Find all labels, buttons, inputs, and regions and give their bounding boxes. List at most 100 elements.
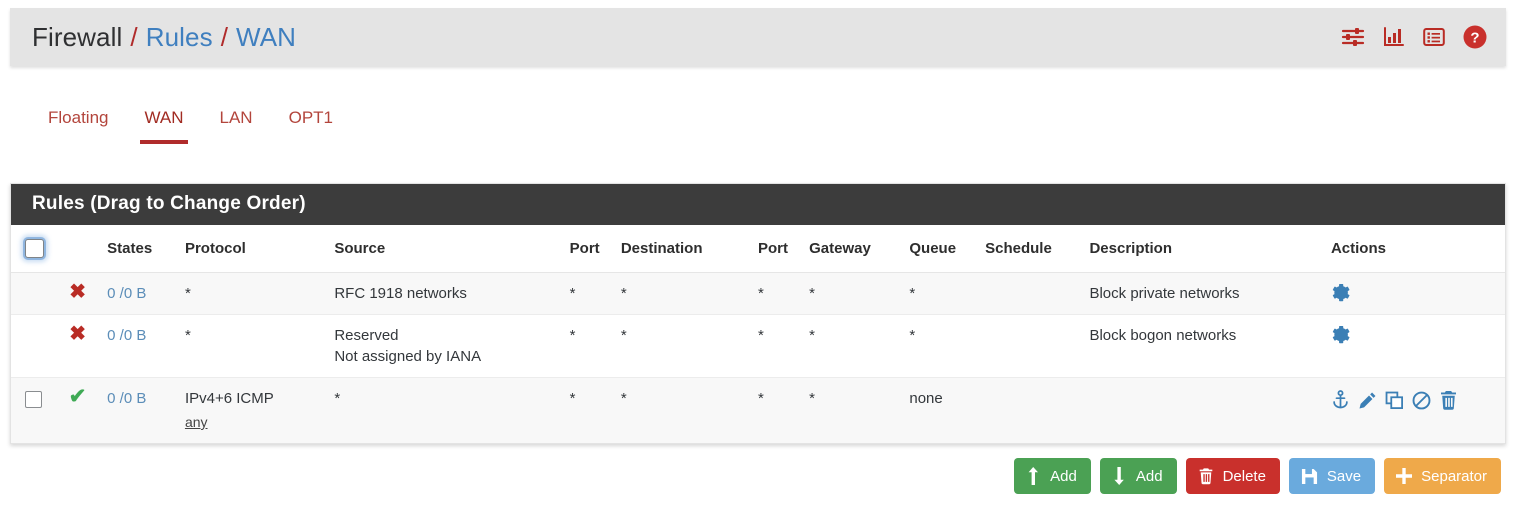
breadcrumb-page[interactable]: WAN [236,22,296,53]
header-description: Description [1089,225,1331,273]
row-actions-cell [1330,272,1505,315]
gateway-cell: * [809,377,910,443]
tab-opt1[interactable]: OPT1 [271,96,351,144]
header-schedule: Schedule [985,225,1090,273]
breadcrumb-section[interactable]: Rules [146,22,213,53]
destination-cell: * [620,314,758,378]
add-rule-top-label: Add [1050,467,1077,485]
schedule-cell [985,314,1090,378]
trash-icon [1198,467,1214,485]
queue-cell: none [909,377,986,443]
save-button[interactable]: Save [1288,458,1376,494]
table-header-row: States Protocol Source Port Destination … [11,225,1505,273]
states-value[interactable]: 0 /0 B [107,327,146,344]
port-cell: * [569,272,621,315]
edit-pencil-icon[interactable] [1358,391,1377,410]
add-rule-bottom-label: Add [1135,467,1163,485]
description-cell [1089,377,1331,443]
protocol-cell: * [184,314,335,378]
states-value[interactable]: 0 /0 B [107,390,146,407]
port-destination-cell: * [757,377,810,443]
gateway-cell: * [809,314,910,378]
help-icon[interactable]: ? [1462,24,1488,50]
port-destination-cell: * [757,272,810,315]
protocol-cell: * [184,272,335,315]
chart-icon[interactable] [1382,25,1406,49]
header-action [53,225,108,273]
row-checkbox[interactable] [25,391,42,408]
queue-cell: * [909,314,986,378]
header-actions: Actions [1330,225,1505,273]
destination-cell: * [620,272,758,315]
protocol-cell: IPv4+6 ICMP any [184,377,335,443]
row-actions-cell [1330,377,1505,443]
svg-text:?: ? [1470,30,1479,47]
separator-label: Separator [1421,467,1487,485]
source-cell: Reserved Not assigned by IANA [334,314,570,378]
header-port: Port [569,225,621,273]
tab-wan[interactable]: WAN [126,96,201,144]
block-x-icon: ✖ [69,323,86,345]
description-cell: Block bogon networks [1089,314,1331,378]
protocol-primary: IPv4+6 ICMP [184,390,274,407]
header-select-all [11,225,54,273]
separator-button[interactable]: Separator [1384,458,1501,494]
row-action-status: ✖ [53,314,108,378]
copy-icon[interactable] [1385,391,1404,410]
block-x-icon: ✖ [69,281,86,303]
tab-lan[interactable]: LAN [202,96,271,144]
plus-icon [1396,468,1413,484]
table-row[interactable]: ✖ 0 /0 B * Reserved Not assigned by IANA… [11,314,1505,378]
port-cell: * [569,377,621,443]
row-actions-cell [1330,314,1505,378]
save-label: Save [1326,467,1362,485]
tab-floating[interactable]: Floating [30,96,126,144]
add-rule-bottom-button[interactable]: Add [1099,458,1177,494]
row-select-cell [11,314,54,378]
header-queue: Queue [909,225,986,273]
arrow-down-icon [1112,467,1127,485]
table-row[interactable]: ✖ 0 /0 B * RFC 1918 networks * * * * * B… [11,272,1505,315]
breadcrumb-separator-2: / [220,21,229,52]
select-all-checkbox[interactable] [25,239,44,258]
destination-cell: * [620,377,758,443]
breadcrumb-root: Firewall [32,21,123,52]
action-button-bar: Add Add Delete Save Separator [1014,458,1501,494]
states-value[interactable]: 0 /0 B [107,285,146,302]
header-destination: Destination [620,225,758,273]
delete-label: Delete [1222,467,1266,485]
firewall-rules-page: Firewall / Rules / WAN ? Floating WAN LA… [0,0,1515,512]
schedule-cell [985,377,1090,443]
add-rule-top-button[interactable]: Add [1014,458,1091,494]
schedule-cell [985,272,1090,315]
source-secondary: Not assigned by IANA [334,348,482,365]
queue-cell: * [909,272,986,315]
rules-panel: Rules (Drag to Change Order) States Prot… [10,183,1506,444]
breadcrumb-separator-1: / [130,21,138,52]
gateway-cell: * [809,272,910,315]
anchor-icon[interactable] [1331,390,1350,410]
table-row[interactable]: ✔ 0 /0 B IPv4+6 ICMP any * * * * * none [11,377,1505,443]
disable-ban-icon[interactable] [1412,391,1431,410]
gear-icon[interactable] [1331,325,1499,346]
rules-table: States Protocol Source Port Destination … [11,225,1505,443]
pass-check-icon: ✔ [68,385,87,408]
row-action-status: ✖ [53,272,108,315]
protocol-icmp-type[interactable]: any [185,412,328,433]
arrow-up-icon [1026,467,1041,485]
delete-button[interactable]: Delete [1185,458,1280,494]
header-source: Source [334,225,570,273]
delete-trash-icon[interactable] [1439,390,1458,410]
gear-icon[interactable] [1331,283,1499,304]
description-cell: Block private networks [1089,272,1331,315]
source-primary: Reserved [334,327,399,344]
sliders-icon[interactable] [1340,25,1366,49]
save-floppy-icon [1301,468,1318,485]
header-protocol: Protocol [184,225,335,273]
header-gateway: Gateway [809,225,910,273]
row-select-cell [11,272,54,315]
header-icon-group: ? [1340,24,1488,50]
header-states: States [107,225,185,273]
log-icon[interactable] [1422,25,1446,49]
port-destination-cell: * [757,314,810,378]
